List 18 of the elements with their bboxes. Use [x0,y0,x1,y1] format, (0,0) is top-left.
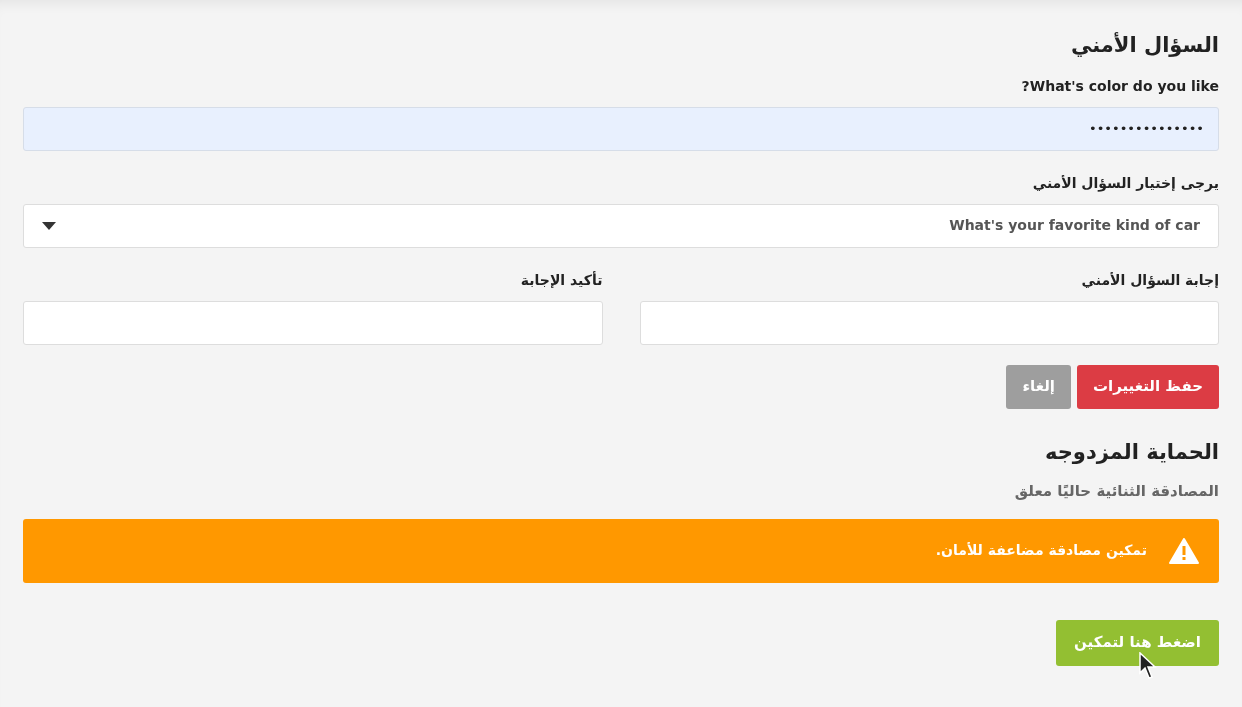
field-label: يرجى إختيار السؤال الأمني [1032,173,1219,194]
status-text: المصادقة الثنائية حاليًا معلق [1014,481,1219,502]
answer-field[interactable] [639,300,1219,345]
question-dropdown[interactable]: What's your favorite kind of car [23,203,1219,248]
field-label: تأكيد الإجابة [520,270,603,290]
dropdown-value: What's your favorite kind of car [949,216,1200,235]
warning-icon [1169,537,1199,564]
cancel-button[interactable]: إلغاء [1006,364,1071,409]
section-title: السؤال الأمني [1071,31,1219,59]
field-label: What's color do you like? [1021,76,1219,96]
field-label: إجابة السؤال الأمني [1081,270,1219,291]
alert-text: تمكين مصادقة مضاعفة للأمان. [935,541,1147,561]
answer-field[interactable]: ••••••••••••••• [23,106,1219,151]
cursor-icon [1139,651,1158,680]
confirm-field[interactable] [23,300,603,345]
save-button[interactable]: حفظ التغييرات [1076,364,1219,409]
caret-icon [42,221,56,230]
section-title: الحماية المزدوجه [1044,438,1219,466]
